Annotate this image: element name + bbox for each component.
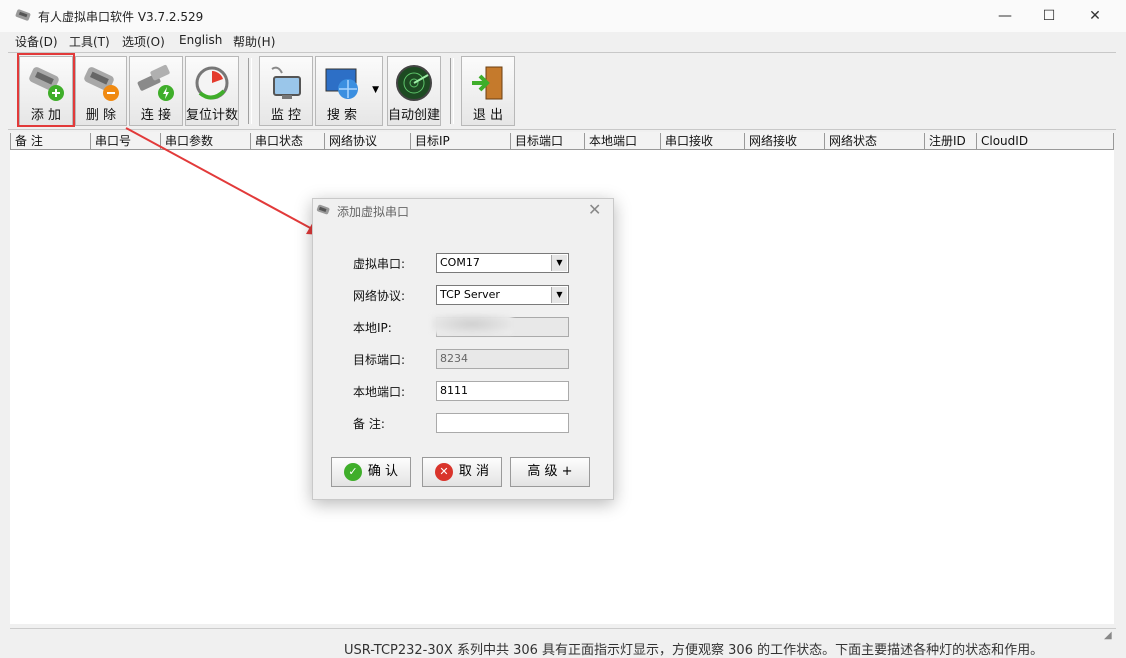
local-port-label: 本地端口: [353,385,406,399]
chevron-down-icon[interactable]: ▼ [551,255,567,271]
cancel-label: 取 消 [458,464,490,479]
protocol-label: 网络协议: [353,289,406,303]
cancel-x-icon: ✕ [434,462,453,481]
serial-port-select[interactable]: COM17 ▼ [436,253,569,273]
confirm-label: 确 认 [367,464,399,479]
protocol-select[interactable]: TCP Server ▼ [436,285,569,305]
dialog-close-button[interactable]: ✕ [588,200,601,219]
dialog-title: 添加虚拟串口 [337,205,410,219]
dialog-logo-icon [316,204,330,215]
local-ip-redaction [432,314,512,334]
confirm-button[interactable]: ✓ 确 认 [331,457,411,487]
local-ip-label: 本地IP: [353,321,392,335]
advanced-button[interactable]: 高 级 + [510,457,590,487]
target-port-label: 目标端口: [353,353,406,367]
serial-port-label: 虚拟串口: [353,257,406,271]
check-icon: ✓ [343,462,362,481]
cancel-button[interactable]: ✕ 取 消 [422,457,502,487]
serial-port-value: COM17 [440,256,480,269]
chevron-down-icon[interactable]: ▼ [551,287,567,303]
target-port-field[interactable]: 8234 [436,349,569,369]
protocol-value: TCP Server [440,288,500,301]
local-port-field[interactable]: 8111 [436,381,569,401]
note-label: 备 注: [353,417,385,431]
note-field[interactable] [436,413,569,433]
